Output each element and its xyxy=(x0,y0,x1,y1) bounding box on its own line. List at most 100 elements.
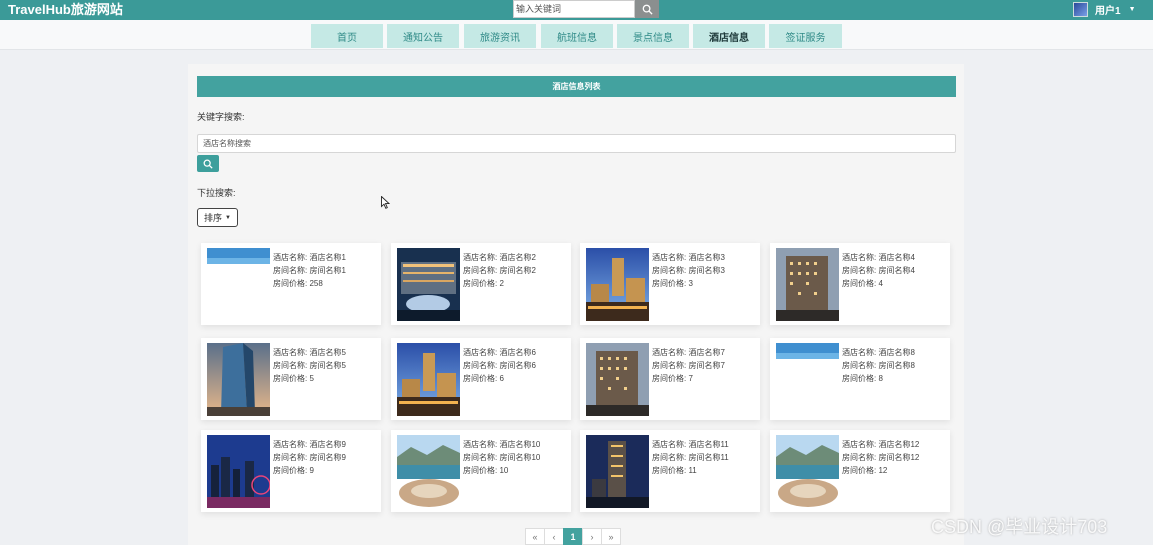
hotel-image[interactable] xyxy=(776,435,839,508)
room-price-line: 房间价格: 5 xyxy=(273,373,314,383)
hotel-name-line: 酒店名称: 酒店名称11 xyxy=(652,440,729,449)
hotel-card[interactable]: 酒店名称: 酒店名称2 房间名称: 房间名称2 房间价格: 2 xyxy=(391,243,571,325)
hotel-info: 酒店名称: 酒店名称9 房间名称: 房间名称9 房间价格: 9 xyxy=(273,439,346,477)
user-menu[interactable]: 用户1 ▼ xyxy=(1073,1,1136,18)
hotel-name-line: 酒店名称: 酒店名称5 xyxy=(273,348,346,357)
room-name-line: 房间名称: 房间名称9 xyxy=(273,452,346,462)
keyword-search-label: 关键字搜索: xyxy=(197,112,245,122)
nav-attractions[interactable]: 景点信息 xyxy=(617,24,689,48)
main-nav: 首页 通知公告 旅游资讯 航班信息 景点信息 酒店信息 签证服务 xyxy=(0,20,1153,50)
page-1-button[interactable]: 1 xyxy=(563,528,583,545)
hotel-card[interactable]: 酒店名称: 酒店名称3 房间名称: 房间名称3 房间价格: 3 xyxy=(580,243,760,325)
room-name-line: 房间名称: 房间名称3 xyxy=(652,265,725,275)
hotel-card[interactable]: 酒店名称: 酒店名称10 房间名称: 房间名称10 房间价格: 10 xyxy=(391,430,571,512)
search-icon xyxy=(203,159,213,169)
user-name: 用户1 xyxy=(1095,6,1121,17)
hotel-image[interactable] xyxy=(207,248,270,321)
top-bar: TravelHub旅游网站 用户1 ▼ xyxy=(0,0,1153,20)
hotel-info: 酒店名称: 酒店名称5 房间名称: 房间名称5 房间价格: 5 xyxy=(273,347,346,385)
room-name-line: 房间名称: 房间名称10 xyxy=(463,452,541,462)
watermark-text: CSDN @毕业设计703 xyxy=(931,517,1108,537)
mouse-cursor-icon xyxy=(381,196,390,209)
hotel-info: 酒店名称: 酒店名称6 房间名称: 房间名称6 房间价格: 6 xyxy=(463,347,536,385)
hotel-name-line: 酒店名称: 酒店名称9 xyxy=(273,440,346,449)
dropdown-search-label: 下拉搜索: xyxy=(197,188,236,198)
hotel-card[interactable]: 酒店名称: 酒店名称12 房间名称: 房间名称12 房间价格: 12 xyxy=(770,430,950,512)
hotel-info: 酒店名称: 酒店名称11 房间名称: 房间名称11 房间价格: 11 xyxy=(652,439,729,477)
room-name-line: 房间名称: 房间名称7 xyxy=(652,360,725,370)
hotel-info: 酒店名称: 酒店名称1 房间名称: 房间名称1 房间价格: 258 xyxy=(273,252,346,290)
chevron-down-icon: ▼ xyxy=(225,214,231,221)
nav-flights[interactable]: 航班信息 xyxy=(541,24,613,48)
nav-home[interactable]: 首页 xyxy=(311,24,383,48)
hotel-card[interactable]: 酒店名称: 酒店名称7 房间名称: 房间名称7 房间价格: 7 xyxy=(580,338,760,420)
hotel-image[interactable] xyxy=(207,435,270,508)
hotel-name-line: 酒店名称: 酒店名称12 xyxy=(842,440,920,449)
hotel-card[interactable]: 酒店名称: 酒店名称8 房间名称: 房间名称8 房间价格: 8 xyxy=(770,338,950,420)
top-search-input[interactable] xyxy=(513,0,635,18)
hotel-name-line: 酒店名称: 酒店名称2 xyxy=(463,253,536,262)
hotel-image[interactable] xyxy=(586,248,649,321)
page-first-button[interactable]: « xyxy=(525,528,545,545)
hotel-image[interactable] xyxy=(397,248,460,321)
hotel-info: 酒店名称: 酒店名称7 房间名称: 房间名称7 房间价格: 7 xyxy=(652,347,725,385)
avatar xyxy=(1073,2,1088,17)
room-name-line: 房间名称: 房间名称11 xyxy=(652,452,729,462)
nav-travel-news[interactable]: 旅游资讯 xyxy=(464,24,536,48)
hotel-name-line: 酒店名称: 酒店名称6 xyxy=(463,348,536,357)
room-name-line: 房间名称: 房间名称12 xyxy=(842,452,920,462)
top-search-button[interactable] xyxy=(635,0,659,18)
pagination: « ‹ 1 › » xyxy=(525,528,621,545)
site-brand[interactable]: TravelHub旅游网站 xyxy=(8,2,123,18)
hotel-image[interactable] xyxy=(586,435,649,508)
hotel-card[interactable]: 酒店名称: 酒店名称9 房间名称: 房间名称9 房间价格: 9 xyxy=(201,430,381,512)
page-title: 酒店信息列表 xyxy=(197,76,956,97)
room-price-line: 房间价格: 258 xyxy=(273,278,323,288)
hotel-image[interactable] xyxy=(397,435,460,508)
hotel-name-line: 酒店名称: 酒店名称8 xyxy=(842,348,915,357)
hotel-name-search-input[interactable] xyxy=(197,134,956,153)
room-name-line: 房间名称: 房间名称1 xyxy=(273,265,346,275)
search-icon xyxy=(642,4,653,15)
hotel-name-line: 酒店名称: 酒店名称7 xyxy=(652,348,725,357)
keyword-search-button[interactable] xyxy=(197,155,219,172)
sort-label: 排序 xyxy=(204,213,223,223)
sort-dropdown[interactable]: 排序 ▼ xyxy=(197,208,238,227)
hotel-image[interactable] xyxy=(776,343,839,416)
hotel-image[interactable] xyxy=(776,248,839,321)
hotel-image[interactable] xyxy=(397,343,460,416)
hotel-image[interactable] xyxy=(207,343,270,416)
room-price-line: 房间价格: 6 xyxy=(463,373,504,383)
room-price-line: 房间价格: 10 xyxy=(463,465,509,475)
page-prev-button[interactable]: ‹ xyxy=(544,528,564,545)
room-price-line: 房间价格: 9 xyxy=(273,465,314,475)
hotel-name-line: 酒店名称: 酒店名称3 xyxy=(652,253,725,262)
room-price-line: 房间价格: 8 xyxy=(842,373,883,383)
hotel-card[interactable]: 酒店名称: 酒店名称11 房间名称: 房间名称11 房间价格: 11 xyxy=(580,430,760,512)
hotel-name-line: 酒店名称: 酒店名称4 xyxy=(842,253,915,262)
nav-notices[interactable]: 通知公告 xyxy=(387,24,459,48)
nav-visa[interactable]: 签证服务 xyxy=(769,24,842,48)
room-price-line: 房间价格: 12 xyxy=(842,465,888,475)
hotel-card[interactable]: 酒店名称: 酒店名称4 房间名称: 房间名称4 房间价格: 4 xyxy=(770,243,950,325)
page-last-button[interactable]: » xyxy=(601,528,621,545)
room-name-line: 房间名称: 房间名称2 xyxy=(463,265,536,275)
room-price-line: 房间价格: 7 xyxy=(652,373,693,383)
hotel-info: 酒店名称: 酒店名称2 房间名称: 房间名称2 房间价格: 2 xyxy=(463,252,536,290)
room-name-line: 房间名称: 房间名称8 xyxy=(842,360,915,370)
hotel-info: 酒店名称: 酒店名称12 房间名称: 房间名称12 房间价格: 12 xyxy=(842,439,919,477)
room-price-line: 房间价格: 2 xyxy=(463,278,504,288)
nav-hotels[interactable]: 酒店信息 xyxy=(693,24,765,48)
chevron-down-icon: ▼ xyxy=(1128,6,1136,13)
room-name-line: 房间名称: 房间名称6 xyxy=(463,360,536,370)
hotel-info: 酒店名称: 酒店名称10 房间名称: 房间名称10 房间价格: 10 xyxy=(463,439,540,477)
hotel-card[interactable]: 酒店名称: 酒店名称1 房间名称: 房间名称1 房间价格: 258 xyxy=(201,243,381,325)
hotel-card[interactable]: 酒店名称: 酒店名称5 房间名称: 房间名称5 房间价格: 5 xyxy=(201,338,381,420)
hotel-card[interactable]: 酒店名称: 酒店名称6 房间名称: 房间名称6 房间价格: 6 xyxy=(391,338,571,420)
page-next-button[interactable]: › xyxy=(582,528,602,545)
hotel-image[interactable] xyxy=(586,343,649,416)
hotel-info: 酒店名称: 酒店名称8 房间名称: 房间名称8 房间价格: 8 xyxy=(842,347,915,385)
room-name-line: 房间名称: 房间名称4 xyxy=(842,265,915,275)
room-price-line: 房间价格: 3 xyxy=(652,278,693,288)
room-price-line: 房间价格: 4 xyxy=(842,278,883,288)
